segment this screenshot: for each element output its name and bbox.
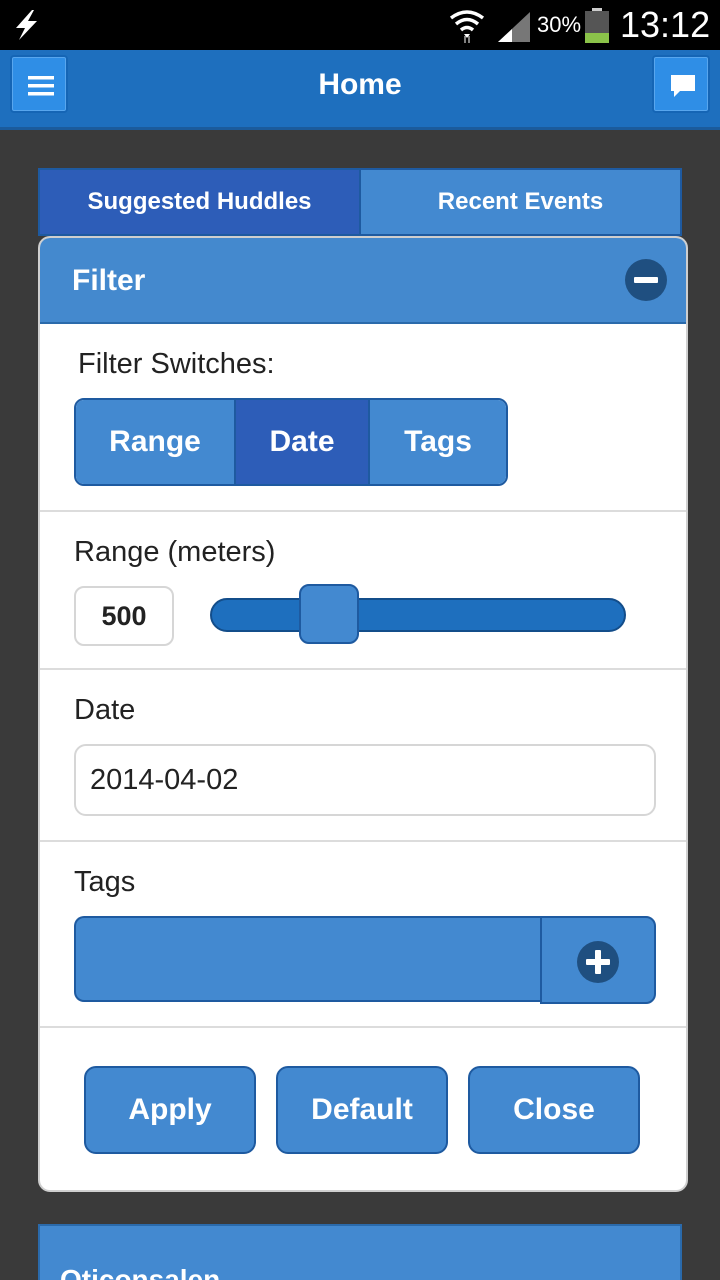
tab-suggested-huddles[interactable]: Suggested Huddles <box>38 168 361 236</box>
status-bar: 30% 13:12 <box>0 0 720 50</box>
filter-header[interactable]: Filter <box>40 238 686 324</box>
page-title: Home <box>318 68 402 101</box>
plus-circle-icon <box>577 941 619 983</box>
switch-date[interactable]: Date <box>234 400 368 484</box>
tab-bar: Suggested Huddles Recent Events <box>38 168 682 236</box>
divider <box>40 1026 686 1028</box>
divider <box>40 840 686 842</box>
date-label: Date <box>74 694 136 726</box>
range-slider-track[interactable] <box>210 598 626 632</box>
default-button[interactable]: Default <box>276 1066 448 1154</box>
range-value-input[interactable]: 500 <box>74 586 174 646</box>
wifi-icon <box>449 10 485 43</box>
tags-input[interactable] <box>74 916 542 1002</box>
close-button[interactable]: Close <box>468 1066 640 1154</box>
divider <box>40 510 686 512</box>
battery-percent: 30% <box>537 12 582 37</box>
filter-title: Filter <box>72 264 146 297</box>
app-header: Home <box>0 50 720 130</box>
list-item[interactable]: Oticonsalen <box>38 1224 682 1280</box>
tab-recent-events[interactable]: Recent Events <box>361 168 682 236</box>
switch-range[interactable]: Range <box>76 400 234 484</box>
list-item-label: Oticonsalen <box>60 1264 221 1280</box>
filter-switches-label: Filter Switches: <box>78 348 275 380</box>
divider <box>40 668 686 670</box>
add-tag-button[interactable] <box>540 916 656 1004</box>
clock: 13:12 <box>620 4 711 45</box>
minus-circle-icon[interactable] <box>624 258 668 302</box>
apply-button[interactable]: Apply <box>84 1066 256 1154</box>
filter-switches: Range Date Tags <box>74 398 508 486</box>
range-slider-handle[interactable] <box>299 584 359 644</box>
lightning-icon <box>16 10 37 40</box>
battery-icon <box>585 8 609 43</box>
chat-icon <box>671 75 695 97</box>
switch-tags[interactable]: Tags <box>368 400 506 484</box>
signal-icon <box>498 12 530 42</box>
chat-button[interactable] <box>652 55 710 113</box>
tags-label: Tags <box>74 866 136 898</box>
filter-panel: Filter Filter Switches: Range Date Tags … <box>38 236 688 1192</box>
range-label: Range (meters) <box>74 536 276 568</box>
date-input[interactable]: 2014-04-02 <box>74 744 656 816</box>
